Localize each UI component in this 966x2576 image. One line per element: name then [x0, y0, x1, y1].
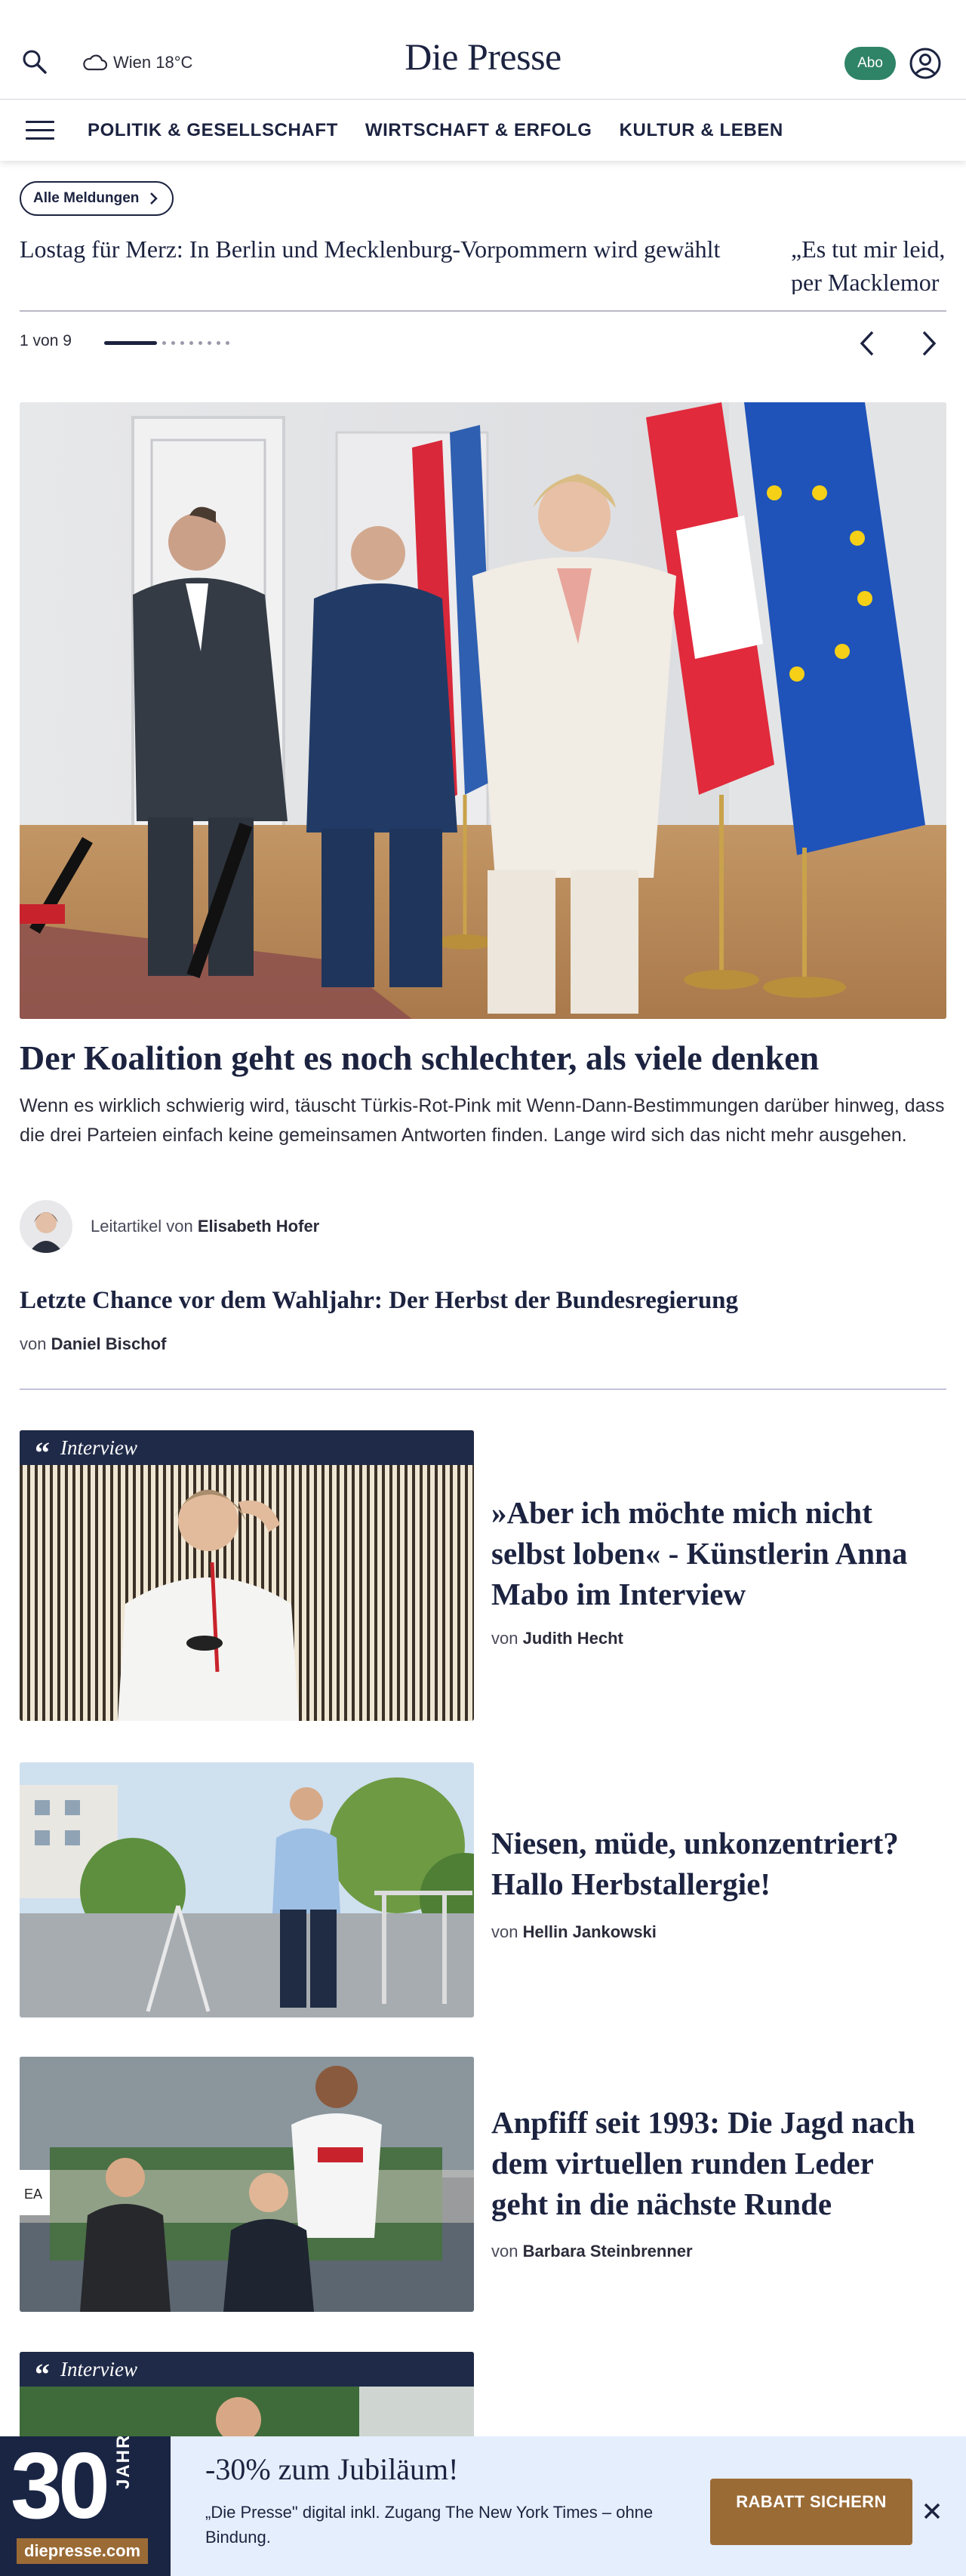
account-icon: [909, 48, 941, 79]
close-icon: [924, 2503, 940, 2519]
article-byline: von Barbara Steinbrenner: [491, 2242, 693, 2261]
article-card[interactable]: Niesen, müde, unkonzentriert? Hallo Herb…: [20, 1762, 946, 2017]
abo-button[interactable]: Abo: [844, 47, 896, 80]
anniversary-badge: 30 JAHRE diepresse.com: [0, 2436, 171, 2576]
article-title[interactable]: Niesen, müde, unkonzentriert? Hallo Herb…: [491, 1823, 937, 1904]
pagination-dot[interactable]: [162, 341, 166, 345]
lead-article-title[interactable]: Der Koalition geht es noch schlechter, a…: [20, 1036, 946, 1081]
ticker-counter: 1 von 9: [20, 332, 72, 349]
byline-prefix: von: [491, 1629, 518, 1648]
author-name[interactable]: Daniel Bischof: [51, 1334, 167, 1353]
article-title[interactable]: »Aber ich möchte mich nicht selbst loben…: [491, 1492, 937, 1614]
pagination-dot[interactable]: [189, 341, 193, 345]
article-image[interactable]: “ Interview: [20, 1430, 474, 1721]
badge-number: 30: [11, 2436, 110, 2538]
close-button[interactable]: [921, 2500, 943, 2522]
article-image[interactable]: [20, 1762, 474, 2017]
pagination-dot[interactable]: [171, 341, 175, 345]
pagination-dot[interactable]: [208, 341, 211, 345]
discount-button[interactable]: RABATT SICHERN: [710, 2479, 912, 2545]
interview-kicker: “ Interview: [20, 2352, 474, 2391]
article-image[interactable]: “ Interview: [20, 2352, 474, 2442]
pagination-dot[interactable]: [226, 341, 229, 345]
nav-item-kultur[interactable]: KULTUR & LEBEN: [620, 120, 783, 141]
all-news-label: Alle Meldungen: [33, 190, 140, 206]
hamburger-icon[interactable]: [26, 121, 54, 140]
article-card[interactable]: “ Interview »Aber ich möchte mich nicht …: [20, 1430, 946, 1721]
article-byline: von Judith Hecht: [491, 1629, 623, 1648]
byline-prefix: von: [20, 1334, 47, 1353]
arrow-left-icon: [860, 331, 874, 356]
kicker-label: Interview: [60, 1436, 137, 1459]
article-card[interactable]: “ Interview: [20, 2352, 946, 2442]
article-image[interactable]: EA: [20, 2057, 474, 2312]
lead-author-row: Leitartikel von Elisabeth Hofer: [20, 1200, 319, 1253]
author-avatar: [20, 1200, 72, 1253]
secondary-byline: von Daniel Bischof: [20, 1334, 166, 1354]
pagination-active[interactable]: [104, 341, 157, 345]
lead-article-image[interactable]: [20, 402, 946, 1019]
author-name[interactable]: Judith Hecht: [523, 1629, 623, 1648]
article-byline: von Hellin Jankowski: [491, 1922, 657, 1942]
section-divider: [20, 1389, 946, 1390]
promo-title: -30% zum Jubiläum!: [205, 2452, 459, 2486]
ticker-next-button[interactable]: [913, 325, 943, 362]
chevron-right-icon: [150, 192, 158, 205]
all-news-button[interactable]: Alle Meldungen: [20, 181, 174, 216]
byline-prefix: Leitartikel von: [91, 1217, 193, 1236]
nav-item-wirtschaft[interactable]: WIRTSCHAFT & ERFOLG: [365, 120, 592, 141]
promo-banner: 30 JAHRE diepresse.com -30% zum Jubiläum…: [0, 2436, 966, 2576]
badge-domain: diepresse.com: [17, 2538, 149, 2564]
ticker-prev-button[interactable]: [853, 325, 883, 362]
kicker-label: Interview: [60, 2357, 137, 2381]
author-name[interactable]: Hellin Jankowski: [523, 1922, 657, 1941]
main-nav: POLITIK & GESELLSCHAFT WIRTSCHAFT & ERFO…: [0, 100, 966, 161]
badge-word: JAHRE: [113, 2436, 134, 2489]
article-title[interactable]: Anpfiff seit 1993: Die Jagd nach dem vir…: [491, 2102, 937, 2224]
byline-prefix: von: [491, 2242, 518, 2261]
nav-item-politik[interactable]: POLITIK & GESELLSCHAFT: [88, 120, 338, 141]
author-name[interactable]: Elisabeth Hofer: [198, 1217, 319, 1236]
site-header: Wien 18°C Die Presse Abo: [0, 0, 966, 100]
ticker-divider: [20, 310, 946, 312]
article-card[interactable]: EA Anpfiff seit 1993: Die Jagd nach dem …: [20, 2057, 946, 2312]
account-button[interactable]: [909, 47, 942, 80]
secondary-article-title[interactable]: Letzte Chance vor dem Wahljahr: Der Herb…: [20, 1283, 738, 1318]
lead-byline: Leitartikel von Elisabeth Hofer: [91, 1217, 319, 1236]
svg-text:EA: EA: [24, 2187, 42, 2202]
byline-prefix: von: [491, 1922, 518, 1941]
pagination-dot[interactable]: [180, 341, 184, 345]
ticker-pagination: [104, 341, 229, 345]
arrow-right-icon: [922, 331, 937, 356]
news-ticker: Lostag für Merz: In Berlin und Mecklenbu…: [20, 232, 946, 294]
site-logo[interactable]: Die Presse: [0, 35, 966, 78]
ticker-item[interactable]: Lostag für Merz: In Berlin und Mecklenbu…: [20, 232, 774, 266]
interview-kicker: “ Interview: [20, 1430, 474, 1470]
author-name[interactable]: Barbara Steinbrenner: [523, 2242, 693, 2261]
pagination-dot[interactable]: [198, 341, 202, 345]
lead-article-teaser: Wenn es wirklich schwierig wird, täuscht…: [20, 1095, 945, 1146]
ticker-item[interactable]: „Es tut mir leid, per Macklemor: [791, 232, 946, 294]
nav-links: POLITIK & GESELLSCHAFT WIRTSCHAFT & ERFO…: [88, 120, 783, 141]
pagination-dot[interactable]: [217, 341, 220, 345]
promo-text: „Die Presse" digital inkl. Zugang The Ne…: [205, 2503, 654, 2547]
quote-icon: “: [35, 2357, 50, 2391]
quote-icon: “: [35, 1436, 50, 1470]
